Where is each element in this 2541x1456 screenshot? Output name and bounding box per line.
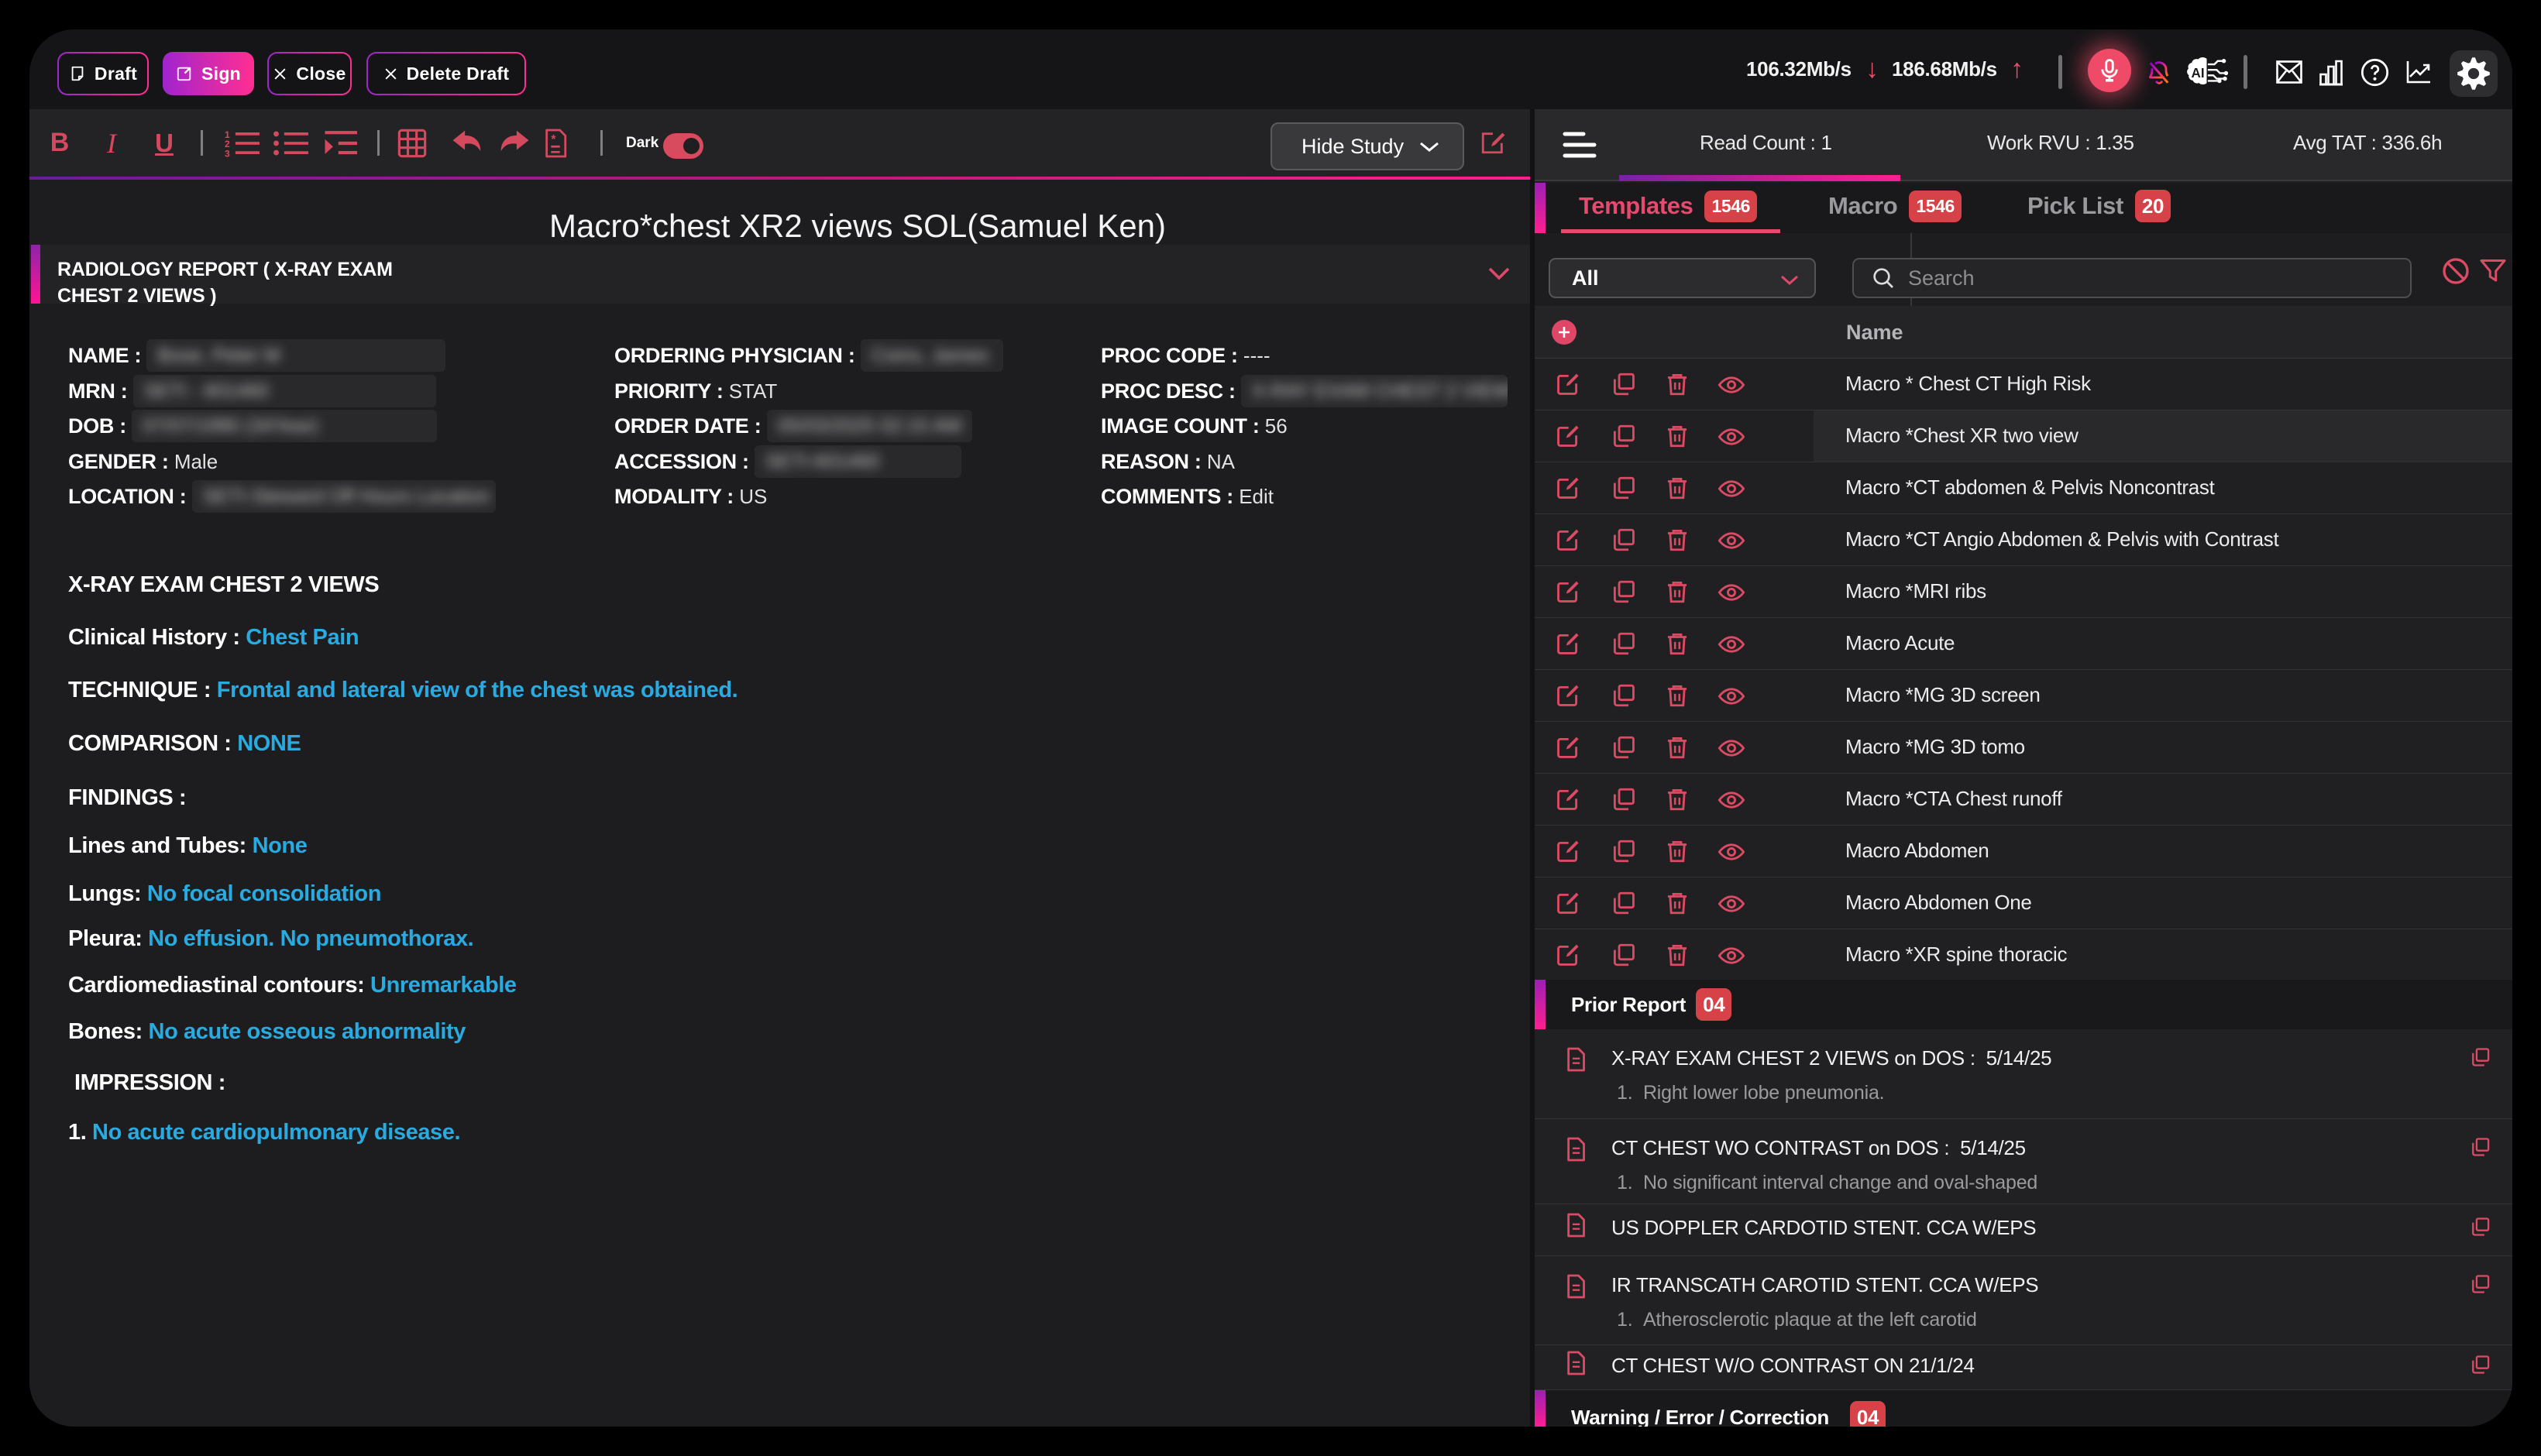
svg-text:3: 3 — [225, 148, 230, 158]
svg-text:*: * — [551, 133, 556, 146]
svg-text:AI: AI — [2192, 66, 2205, 81]
